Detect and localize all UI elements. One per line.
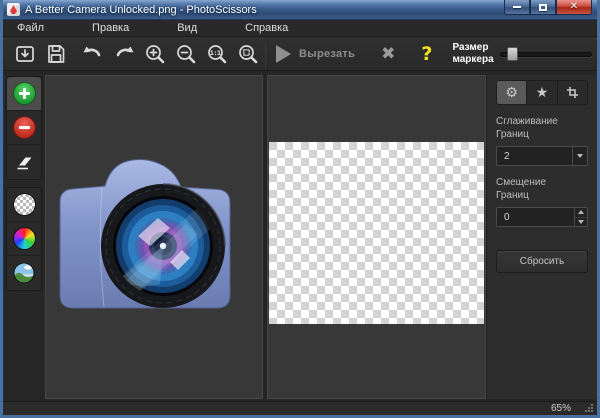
reset-button[interactable]: Сбросить: [496, 250, 588, 273]
photoscissors-app-icon: [7, 3, 20, 16]
app-window: A Better Camera Unlocked.png - PhotoScis…: [0, 0, 600, 418]
toolbar-separator: [265, 41, 266, 67]
image-background-tool[interactable]: [7, 256, 41, 290]
save-icon: [44, 42, 68, 66]
gear-icon: ⚙: [505, 86, 518, 100]
landscape-photo-icon: [13, 262, 35, 284]
offset-down-button[interactable]: [575, 218, 587, 227]
up-arrow-icon: [578, 210, 584, 214]
offset-arrows: [574, 208, 587, 226]
transparency-checkerboard: [269, 142, 484, 324]
save-button[interactable]: [40, 40, 71, 68]
open-button[interactable]: [9, 40, 40, 68]
reset-button-label: Сбросить: [520, 256, 564, 267]
clear-icon: ✖: [381, 44, 395, 64]
color-wheel-icon: [14, 228, 35, 249]
source-canvas[interactable]: [45, 75, 263, 399]
add-marker-tool[interactable]: [7, 77, 41, 111]
redo-icon: [112, 42, 136, 66]
zoom-actual-size-icon: 1:1: [205, 42, 229, 66]
zoom-in-icon: [143, 42, 167, 66]
resize-grip-icon[interactable]: [583, 402, 594, 413]
offset-up-button[interactable]: [575, 208, 587, 218]
cut-button[interactable]: Вырезать: [270, 40, 365, 68]
marker-tool-group: [6, 76, 42, 180]
offset-label: Смещение Границ: [496, 177, 566, 202]
zoom-fit-icon: [236, 42, 260, 66]
smoothing-label: Сглаживание Границ: [496, 116, 566, 141]
undo-icon: [81, 42, 105, 66]
menu-help[interactable]: Справка: [241, 21, 292, 35]
zoom-out-icon: [174, 42, 198, 66]
close-button[interactable]: ✕: [556, 0, 592, 15]
close-icon: ✕: [570, 2, 578, 12]
redo-button[interactable]: [108, 40, 139, 68]
cut-button-label: Вырезать: [299, 48, 355, 60]
left-toolbox: [3, 75, 45, 399]
help-icon: ?: [421, 43, 432, 65]
tab-effects[interactable]: ★: [527, 81, 557, 104]
eraser-icon: [13, 151, 35, 173]
settings-panel: ⚙ ★ Сглаживание Границ 2: [486, 75, 597, 399]
maximize-button[interactable]: [530, 0, 556, 15]
green-plus-icon: [14, 83, 35, 104]
eraser-tool[interactable]: [7, 145, 41, 179]
maximize-icon: [539, 4, 547, 11]
tab-settings[interactable]: ⚙: [497, 81, 527, 104]
offset-spinbox[interactable]: 0: [496, 207, 588, 227]
tab-crop[interactable]: [558, 81, 587, 104]
statusbar: 65%: [3, 401, 597, 415]
background-tool-group: [6, 187, 42, 291]
smoothing-value: 2: [497, 147, 572, 165]
zoom-level: 65%: [551, 403, 571, 414]
panel-tabs: ⚙ ★: [496, 80, 588, 105]
run-icon: [276, 45, 291, 63]
offset-value: 0: [497, 208, 574, 226]
minimize-icon: [513, 6, 521, 8]
slider-handle[interactable]: [507, 47, 518, 61]
menu-edit[interactable]: Правка: [88, 21, 133, 35]
minimize-button[interactable]: [504, 0, 530, 15]
zoom-actual-size-button[interactable]: 1:1: [201, 40, 232, 68]
result-canvas[interactable]: [267, 75, 486, 399]
menubar: Файл Правка Вид Справка: [3, 20, 597, 37]
marker-size-label: Размер маркера: [452, 42, 493, 65]
undo-button[interactable]: [77, 40, 108, 68]
marker-size-slider[interactable]: [500, 46, 592, 62]
crop-icon: [565, 85, 580, 100]
clear-markers-button[interactable]: ✖: [381, 44, 395, 64]
camera-photo: [58, 158, 232, 323]
svg-text:1:1: 1:1: [209, 49, 221, 57]
transparent-background-tool[interactable]: [7, 188, 41, 222]
remove-marker-tool[interactable]: [7, 111, 41, 145]
smoothing-dropdown-button[interactable]: [572, 147, 587, 165]
toolbar: 1:1 Вырезать ✖ ? Размер маркера 60: [3, 37, 597, 71]
titlebar[interactable]: A Better Camera Unlocked.png - PhotoScis…: [0, 0, 600, 20]
dropdown-arrow-icon: [577, 154, 583, 158]
down-arrow-icon: [578, 220, 584, 224]
main-content: ⚙ ★ Сглаживание Границ 2: [3, 71, 597, 401]
smoothing-select[interactable]: 2: [496, 146, 588, 166]
menu-view[interactable]: Вид: [173, 21, 201, 35]
red-minus-icon: [14, 117, 35, 138]
menu-file[interactable]: Файл: [13, 21, 48, 35]
transparency-icon: [14, 194, 35, 215]
zoom-out-button[interactable]: [170, 40, 201, 68]
color-background-tool[interactable]: [7, 222, 41, 256]
zoom-fit-button[interactable]: [232, 40, 263, 68]
window-controls: ✕: [504, 0, 592, 15]
help-button[interactable]: ?: [421, 43, 432, 65]
zoom-in-button[interactable]: [139, 40, 170, 68]
window-title: A Better Camera Unlocked.png - PhotoScis…: [25, 4, 257, 16]
open-icon: [13, 42, 37, 66]
star-icon: ★: [536, 86, 549, 100]
